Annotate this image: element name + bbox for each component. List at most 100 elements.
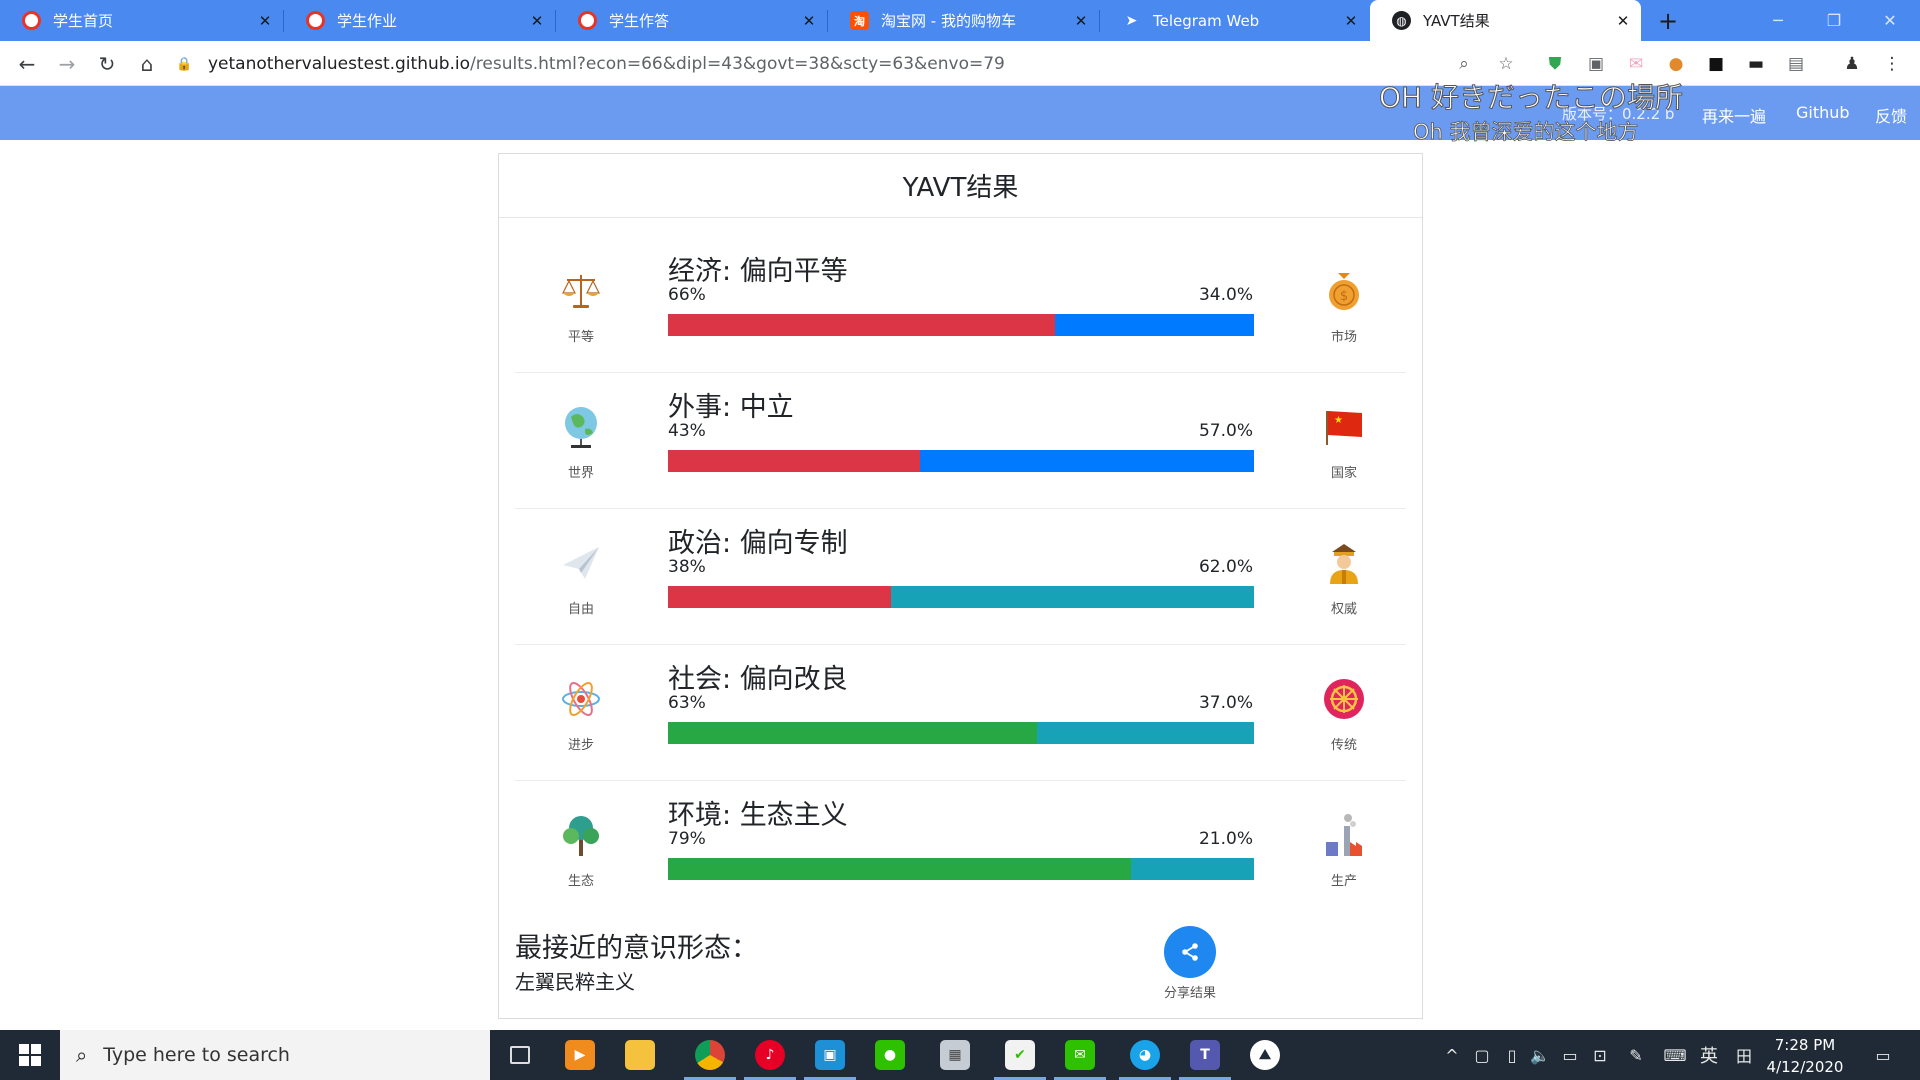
axis-bar bbox=[668, 722, 1254, 744]
share-button[interactable] bbox=[1164, 926, 1216, 978]
address-bar[interactable]: 🔒 yetanothervaluestest.github.io/results… bbox=[176, 47, 1536, 81]
zoom-icon[interactable]: ⌕ bbox=[1452, 52, 1476, 76]
bookmark-star-icon[interactable]: ☆ bbox=[1494, 52, 1518, 76]
tab-student-home[interactable]: 学生首页 ✕ bbox=[0, 0, 283, 41]
extension-cast-icon[interactable]: ▣ bbox=[1584, 52, 1608, 76]
taskbar-search-box[interactable]: ⌕ Type here to search bbox=[60, 1030, 490, 1080]
search-icon: ⌕ bbox=[76, 1043, 88, 1067]
close-icon[interactable]: ✕ bbox=[529, 12, 545, 30]
security-icon[interactable]: ▢ bbox=[1468, 1030, 1496, 1080]
profile-avatar-icon[interactable]: ♟ bbox=[1840, 52, 1864, 76]
cookie-icon[interactable]: ● bbox=[1664, 52, 1688, 76]
keyboard-icon[interactable]: ⌨ bbox=[1658, 1030, 1692, 1080]
forward-button[interactable]: → bbox=[52, 49, 82, 79]
axis-economic: 平等 经济: 偏向平等 66% 34.0% $ 市场 bbox=[515, 237, 1406, 373]
tampermonkey-icon[interactable]: ■ bbox=[1704, 52, 1728, 76]
right-pole-label: 传统 bbox=[1330, 738, 1357, 753]
closest-ideology-value: 左翼民粹主义 bbox=[515, 970, 635, 994]
file-explorer-icon[interactable] bbox=[610, 1030, 670, 1080]
battery-icon[interactable]: ▭ bbox=[1556, 1030, 1584, 1080]
start-button[interactable] bbox=[0, 1030, 60, 1080]
flag-icon: ★ bbox=[1320, 403, 1368, 451]
tab-student-answer[interactable]: 学生作答 ✕ bbox=[556, 0, 827, 41]
media-player-icon[interactable]: ▶ bbox=[550, 1030, 610, 1080]
chrome-icon[interactable] bbox=[680, 1030, 740, 1080]
tab-taobao-cart[interactable]: 淘 淘宝网 - 我的购物车 ✕ bbox=[828, 0, 1099, 41]
volume-icon[interactable]: 🔈 bbox=[1526, 1030, 1554, 1080]
axis-heading: 环境: 生态主义 bbox=[668, 800, 848, 831]
factory-icon bbox=[1320, 811, 1368, 859]
axis-verdict: 中立 bbox=[739, 392, 794, 423]
action-center-icon[interactable]: ▭ bbox=[1866, 1030, 1900, 1080]
ime-mode[interactable]: 英 bbox=[1694, 1030, 1724, 1080]
left-pole-label: 平等 bbox=[567, 330, 594, 345]
system-clock[interactable]: 7:28 PM 4/12/2020 bbox=[1760, 1034, 1850, 1078]
school-icon bbox=[306, 11, 325, 30]
wechat-icon[interactable]: ● bbox=[860, 1030, 920, 1080]
restore-button[interactable]: ❐ bbox=[1806, 0, 1862, 41]
show-hidden-icons-icon[interactable]: ^ bbox=[1440, 1030, 1464, 1080]
tab-title: 淘宝网 - 我的购物车 bbox=[881, 12, 1016, 30]
qq-icon[interactable]: ◕ bbox=[1115, 1030, 1175, 1080]
bar-left-segment bbox=[668, 586, 891, 608]
reload-button[interactable]: ↻ bbox=[92, 49, 122, 79]
home-button[interactable]: ⌂ bbox=[132, 49, 162, 79]
minimize-button[interactable]: ─ bbox=[1750, 0, 1806, 41]
close-icon[interactable]: ✕ bbox=[1073, 12, 1089, 30]
close-icon[interactable]: ✕ bbox=[1343, 12, 1359, 30]
netease-music-icon[interactable]: ♪ bbox=[740, 1030, 800, 1080]
right-percent: 62.0% bbox=[1198, 557, 1253, 577]
task-view-icon[interactable] bbox=[490, 1030, 550, 1080]
results-card: YAVT结果 平等 经济: 偏向平等 66% 34.0% $ 市场 世界 外事:… bbox=[498, 153, 1423, 1019]
tab-title: 学生作答 bbox=[609, 12, 670, 30]
axis-verdict: 偏向改良 bbox=[739, 664, 848, 695]
teams-icon[interactable]: T bbox=[1175, 1030, 1235, 1080]
lock-icon: 🔒 bbox=[176, 56, 193, 72]
left-percent: 79% bbox=[668, 829, 706, 849]
search-placeholder: Type here to search bbox=[103, 1044, 290, 1066]
axis-bar bbox=[668, 858, 1254, 880]
back-button[interactable]: ← bbox=[12, 49, 42, 79]
incognito-mask-icon[interactable]: ▬ bbox=[1744, 52, 1768, 76]
close-window-button[interactable]: ✕ bbox=[1862, 0, 1918, 41]
pen-icon[interactable]: ✎ bbox=[1622, 1030, 1650, 1080]
windows-taskbar: ⌕ Type here to search ▶ ♪ ▣ ● ▦ ✔ ✉ ◕ T … bbox=[0, 1030, 1920, 1080]
tab-telegram[interactable]: ➤ Telegram Web ✕ bbox=[1100, 0, 1369, 41]
usb-icon[interactable]: ▯ bbox=[1498, 1030, 1526, 1080]
bar-right-segment bbox=[1130, 858, 1254, 880]
close-icon[interactable]: ✕ bbox=[257, 12, 273, 30]
left-percent: 66% bbox=[668, 285, 706, 305]
axis-diplomatic: 世界 外事: 中立 43% 57.0% ★ 国家 bbox=[515, 373, 1406, 509]
close-icon[interactable]: ✕ bbox=[801, 12, 817, 30]
axis-verdict: 偏向专制 bbox=[739, 528, 848, 559]
bar-left-segment bbox=[668, 858, 1131, 880]
close-icon[interactable]: ✕ bbox=[1615, 12, 1631, 30]
menu-kebab-icon[interactable]: ⋮ bbox=[1880, 52, 1904, 76]
axis-category: 外事 bbox=[668, 392, 722, 423]
atom-icon bbox=[557, 675, 605, 723]
paper-plane-icon bbox=[557, 539, 605, 587]
printer-icon[interactable]: ▦ bbox=[925, 1030, 985, 1080]
svg-text:★: ★ bbox=[1334, 415, 1343, 426]
tab-yavt-results[interactable]: ◍ YAVT结果 ✕ bbox=[1370, 0, 1641, 41]
onedrive-icon[interactable]: ⛰ bbox=[1235, 1030, 1295, 1080]
axis-category: 经济 bbox=[668, 256, 722, 287]
lyric-overlay-line1: OH 好きだったこの場所 bbox=[1379, 81, 1684, 115]
adguard-shield-icon[interactable]: ⛊ bbox=[1543, 52, 1567, 76]
new-tab-button[interactable]: + bbox=[1655, 7, 1681, 35]
github-link[interactable]: Github bbox=[1796, 103, 1850, 122]
tab-student-homework[interactable]: 学生作业 ✕ bbox=[284, 0, 555, 41]
share-icon bbox=[1182, 943, 1198, 961]
extension-pink-icon[interactable]: ✉ bbox=[1624, 52, 1648, 76]
url-host: yetanothervaluestest.github.io bbox=[208, 54, 471, 74]
globe-icon bbox=[557, 403, 605, 451]
network-icon[interactable]: ⊡ bbox=[1586, 1030, 1614, 1080]
extension-box-icon[interactable]: ▤ bbox=[1784, 52, 1808, 76]
photos-icon[interactable]: ✔ bbox=[990, 1030, 1050, 1080]
wechat-work-icon[interactable]: ✉ bbox=[1050, 1030, 1110, 1080]
ime-layout-icon[interactable]: 田 bbox=[1730, 1030, 1758, 1080]
feedback-link[interactable]: 反馈 bbox=[1875, 103, 1907, 127]
axis-civil: 自由 政治: 偏向专制 38% 62.0% 权威 bbox=[515, 509, 1406, 645]
retake-link[interactable]: 再来一遍 bbox=[1702, 103, 1766, 127]
app-window-icon[interactable]: ▣ bbox=[800, 1030, 860, 1080]
